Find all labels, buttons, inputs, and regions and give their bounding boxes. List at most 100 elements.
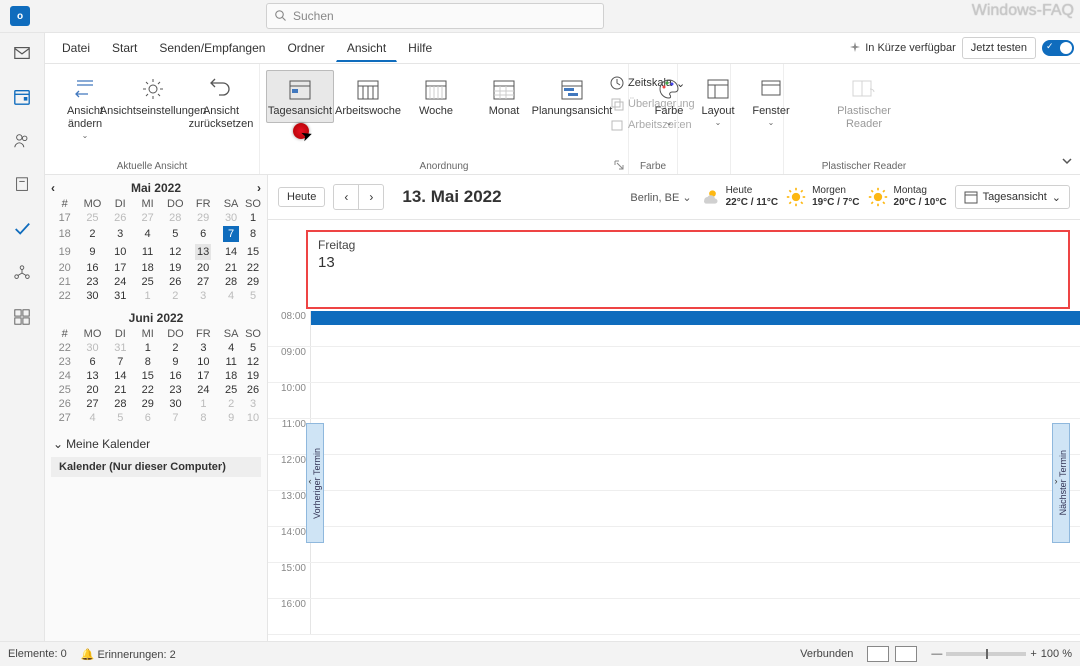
calendar-day[interactable]: 6 (134, 411, 161, 425)
calendar-day[interactable]: 21 (217, 261, 245, 275)
calendar-day[interactable]: 5 (107, 411, 134, 425)
calendar-item-local[interactable]: Kalender (Nur dieser Computer) (51, 457, 261, 477)
calendar-day[interactable]: 24 (107, 275, 134, 289)
view-selector[interactable]: Tagesansicht ⌄ (955, 185, 1070, 209)
calendar-day[interactable]: 16 (161, 369, 189, 383)
calendar-day[interactable]: 22 (245, 261, 261, 275)
calendar-day[interactable]: 1 (134, 341, 161, 355)
calendar-day[interactable]: 11 (217, 355, 245, 369)
reset-view-button[interactable]: Ansicht zurücksetzen (187, 70, 255, 136)
calendar-day[interactable]: 30 (78, 289, 106, 303)
time-grid[interactable]: ‹Vorheriger Termin ›Nächster Termin 08:0… (268, 311, 1080, 666)
calendar-day[interactable]: 18 (217, 369, 245, 383)
calendar-day[interactable]: 20 (78, 383, 106, 397)
calendar-day[interactable]: 30 (78, 341, 106, 355)
calendar-day[interactable]: 6 (189, 225, 217, 243)
calendar-day[interactable]: 27 (78, 397, 106, 411)
today-button[interactable]: Heute (278, 187, 325, 207)
calendar-day[interactable]: 4 (134, 225, 161, 243)
calendar-day[interactable]: 2 (78, 225, 106, 243)
calendar-day[interactable]: 7 (107, 355, 134, 369)
dialog-launcher-icon[interactable] (614, 160, 624, 170)
menu-datei[interactable]: Datei (51, 35, 101, 61)
calendar-day[interactable]: 3 (107, 225, 134, 243)
my-calendars-header[interactable]: ⌄Meine Kalender (51, 431, 261, 457)
calendar-day[interactable]: 14 (217, 243, 245, 261)
calendar-day[interactable]: 7 (161, 411, 189, 425)
calendar-day[interactable]: 3 (189, 289, 217, 303)
calendar-day[interactable]: 8 (245, 225, 261, 243)
calendar-day[interactable]: 19 (245, 369, 261, 383)
prev-appointment-handle[interactable]: ‹Vorheriger Termin (306, 423, 324, 543)
calendar-day[interactable]: 20 (189, 261, 217, 275)
view-reading-icon[interactable] (895, 646, 917, 662)
menu-senden[interactable]: Senden/Empfangen (148, 35, 276, 61)
calendar-day[interactable]: 2 (217, 397, 245, 411)
time-slot[interactable] (311, 419, 1080, 454)
immersive-reader-button[interactable]: Plastischer Reader (828, 70, 900, 136)
calendar-day[interactable]: 26 (107, 211, 134, 225)
calendar-day[interactable]: 7 (217, 225, 245, 243)
next-appointment-handle[interactable]: ›Nächster Termin (1052, 423, 1070, 543)
status-reminders[interactable]: 🔔 Erinnerungen: 2 (81, 648, 176, 661)
menu-ansicht[interactable]: Ansicht (336, 35, 397, 62)
day-header[interactable]: Freitag 13 (306, 230, 1070, 309)
prev-day-button[interactable]: ‹ (333, 184, 359, 210)
calendar-day[interactable]: 4 (217, 341, 245, 355)
zoom-slider[interactable]: — + 100 % (931, 648, 1072, 660)
calendar-day[interactable]: 13 (189, 243, 217, 261)
calendar-day[interactable]: 29 (134, 397, 161, 411)
menu-ordner[interactable]: Ordner (276, 35, 335, 61)
calendar-day[interactable]: 27 (189, 275, 217, 289)
menu-hilfe[interactable]: Hilfe (397, 35, 443, 61)
calendar-day[interactable]: 13 (78, 369, 106, 383)
calendar-day[interactable]: 26 (161, 275, 189, 289)
calendar-day[interactable]: 9 (161, 355, 189, 369)
calendar-day[interactable]: 31 (107, 289, 134, 303)
minicalendar-june[interactable]: Juni 2022 #MODIMIDOFRSASO223031123452367… (51, 309, 261, 425)
time-slot[interactable] (311, 527, 1080, 562)
calendar-day[interactable]: 3 (245, 397, 261, 411)
calendar-day[interactable]: 1 (245, 211, 261, 225)
calendar-day[interactable]: 25 (217, 383, 245, 397)
calendar-day[interactable]: 18 (134, 261, 161, 275)
week-button[interactable]: Woche (402, 70, 470, 123)
weather-today[interactable]: Heute22°C / 11°C (700, 185, 778, 209)
time-slot[interactable] (311, 599, 1080, 634)
rail-mail[interactable] (10, 41, 34, 65)
calendar-day[interactable]: 25 (78, 211, 106, 225)
calendar-day[interactable]: 27 (134, 211, 161, 225)
calendar-day[interactable]: 5 (161, 225, 189, 243)
calendar-day[interactable]: 3 (190, 341, 218, 355)
calendar-day[interactable]: 10 (107, 243, 134, 261)
calendar-day[interactable]: 16 (78, 261, 106, 275)
weather-monday[interactable]: Montag20°C / 10°C (868, 185, 947, 209)
calendar-day[interactable]: 4 (217, 289, 245, 303)
prev-month-icon[interactable]: ‹ (51, 181, 55, 195)
calendar-day[interactable]: 1 (190, 397, 218, 411)
time-slot[interactable] (311, 455, 1080, 490)
search-box[interactable]: Suchen (266, 3, 604, 29)
view-normal-icon[interactable] (867, 646, 889, 662)
calendar-day[interactable]: 28 (107, 397, 134, 411)
calendar-day[interactable]: 17 (107, 261, 134, 275)
calendar-day[interactable]: 26 (245, 383, 261, 397)
day-view-button[interactable]: Tagesansicht ➤ (266, 70, 334, 123)
workweek-button[interactable]: Arbeitswoche (334, 70, 402, 123)
calendar-day[interactable]: 11 (134, 243, 161, 261)
location-selector[interactable]: Berlin, BE ⌄ (630, 191, 691, 204)
calendar-day[interactable]: 9 (78, 243, 106, 261)
next-day-button[interactable]: › (359, 184, 384, 210)
calendar-day[interactable]: 5 (245, 289, 261, 303)
menu-start[interactable]: Start (101, 35, 148, 61)
calendar-day[interactable]: 30 (161, 397, 189, 411)
try-now-toggle[interactable] (1042, 40, 1074, 56)
schedule-view-button[interactable]: Planungsansicht (538, 70, 606, 123)
calendar-day[interactable]: 24 (190, 383, 218, 397)
month-button[interactable]: Monat (470, 70, 538, 123)
rail-apps[interactable] (10, 305, 34, 329)
time-slot[interactable] (311, 347, 1080, 382)
calendar-day[interactable]: 12 (161, 243, 189, 261)
calendar-day[interactable]: 8 (190, 411, 218, 425)
calendar-day[interactable]: 10 (190, 355, 218, 369)
